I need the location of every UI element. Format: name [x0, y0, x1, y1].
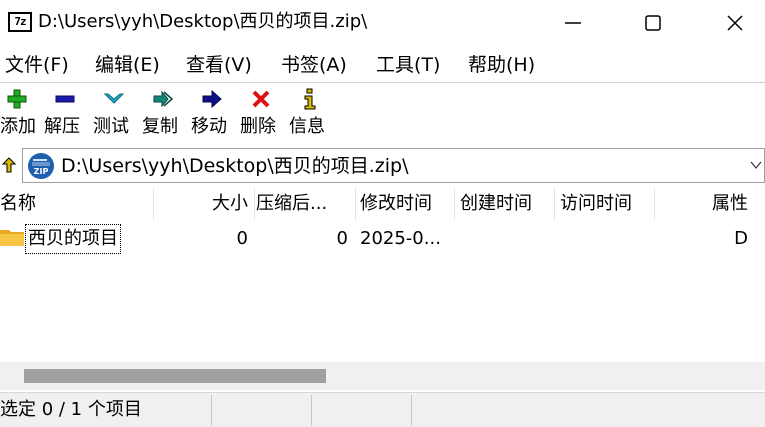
column-size[interactable]: 大小	[154, 186, 248, 222]
file-packed-size-cell: 0	[336, 228, 348, 249]
address-input[interactable]: ZIP D:\Users\yyh\Desktop\西贝的项目.zip\	[22, 148, 765, 183]
info-icon	[304, 88, 316, 110]
check-chevron-icon	[103, 93, 125, 104]
folder-icon	[0, 230, 24, 246]
status-bar: 选定 0 / 1 个项目	[0, 392, 765, 427]
app-window: 7z D:\Users\yyh\Desktop\西贝的项目.zip\ 文件(F)…	[0, 0, 765, 427]
menu-bookmarks[interactable]: 书签(A)	[281, 51, 347, 79]
arrow-right-icon	[202, 89, 222, 109]
menu-file[interactable]: 文件(F)	[5, 51, 69, 79]
status-separator	[411, 395, 412, 426]
window-title: D:\Users\yyh\Desktop\西贝的项目.zip\	[38, 11, 368, 32]
column-created[interactable]: 创建时间	[460, 186, 552, 222]
extract-button[interactable]: 解压	[44, 84, 92, 144]
info-button[interactable]: 信息	[289, 84, 337, 144]
menu-view[interactable]: 查看(V)	[186, 51, 252, 79]
minus-icon	[55, 95, 75, 103]
close-icon	[727, 15, 743, 31]
extract-label: 解压	[44, 116, 80, 137]
column-separator[interactable]	[454, 188, 455, 220]
table-row[interactable]: 西贝的项目 0 0 2025-0... D	[0, 222, 765, 256]
column-attributes[interactable]: 属性	[656, 186, 748, 222]
column-accessed[interactable]: 访问时间	[560, 186, 652, 222]
up-folder-icon[interactable]	[0, 154, 18, 178]
delete-label: 删除	[240, 116, 276, 137]
menu-edit[interactable]: 编辑(E)	[95, 51, 160, 79]
file-list-header: 名称 大小 压缩后... 修改时间 创建时间 访问时间 属性	[0, 186, 765, 222]
delete-button[interactable]: 删除	[240, 84, 288, 144]
address-path: D:\Users\yyh\Desktop\西贝的项目.zip\	[61, 155, 409, 177]
menu-bar: 文件(F) 编辑(E) 查看(V) 书签(A) 工具(T) 帮助(H)	[0, 48, 765, 82]
move-label: 移动	[191, 116, 227, 137]
column-separator[interactable]	[254, 188, 255, 220]
chevron-down-icon[interactable]	[750, 159, 762, 171]
7zip-logo-icon: 7z	[8, 12, 32, 32]
add-button[interactable]: 添加	[0, 84, 48, 144]
move-button[interactable]: 移动	[191, 84, 239, 144]
menu-tools[interactable]: 工具(T)	[376, 51, 440, 79]
status-separator	[311, 395, 312, 426]
file-created-cell	[460, 222, 552, 256]
column-name[interactable]: 名称	[0, 186, 150, 222]
menu-help[interactable]: 帮助(H)	[468, 51, 535, 79]
test-label: 测试	[93, 116, 129, 137]
column-separator[interactable]	[554, 188, 555, 220]
copy-label: 复制	[142, 116, 178, 137]
file-attributes-cell: D	[734, 228, 748, 249]
file-name-cell: 西贝的项目	[25, 224, 121, 254]
column-separator[interactable]	[355, 188, 356, 220]
zip-archive-icon: ZIP	[28, 153, 54, 179]
column-packed-size[interactable]: 压缩后...	[256, 186, 354, 222]
horizontal-scrollbar[interactable]	[0, 362, 765, 390]
maximize-button[interactable]	[628, 0, 678, 46]
file-accessed-cell	[560, 222, 652, 256]
file-modified-cell: 2025-0...	[360, 228, 441, 249]
close-button[interactable]	[710, 0, 760, 46]
test-button[interactable]: 测试	[93, 84, 141, 144]
title-bar[interactable]: 7z D:\Users\yyh\Desktop\西贝的项目.zip\	[0, 0, 765, 46]
status-separator	[211, 395, 212, 426]
selection-status: 选定 0 / 1 个项目	[0, 399, 142, 420]
column-modified[interactable]: 修改时间	[360, 186, 452, 222]
copy-button[interactable]: 复制	[142, 84, 190, 144]
address-bar: ZIP D:\Users\yyh\Desktop\西贝的项目.zip\	[0, 148, 765, 184]
plus-icon	[7, 89, 27, 109]
add-label: 添加	[0, 116, 36, 137]
minimize-button[interactable]	[548, 0, 598, 46]
zip-icon-label: ZIP	[34, 167, 49, 176]
menu-divider	[0, 82, 765, 83]
toolbar: 添加 解压 测试 复制 移动 删除 信息	[0, 84, 765, 144]
x-icon	[252, 90, 270, 108]
scrollbar-thumb[interactable]	[24, 369, 326, 383]
double-arrow-icon	[153, 90, 174, 108]
minimize-icon	[565, 22, 581, 24]
info-label: 信息	[289, 116, 325, 137]
maximize-icon	[645, 15, 661, 31]
file-size-cell: 0	[236, 228, 248, 249]
column-separator[interactable]	[654, 188, 655, 220]
